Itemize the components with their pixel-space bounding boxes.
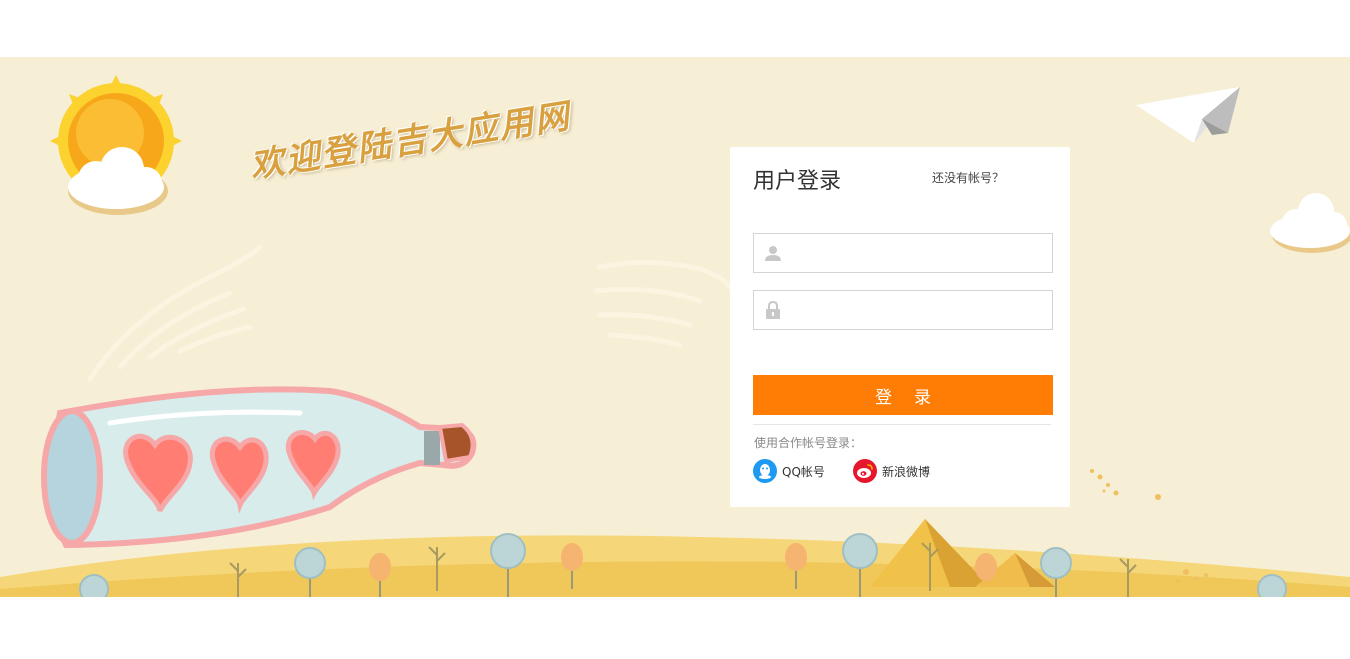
password-field — [753, 290, 1053, 331]
lock-icon — [766, 301, 780, 319]
banner-illustration — [0, 75, 1350, 597]
partner-login-label: 使用合作帐号登录： — [754, 436, 863, 450]
qq-login-label: QQ帐号 — [782, 464, 825, 479]
qq-icon — [753, 459, 777, 483]
cloud-illustration-right — [1270, 193, 1350, 253]
login-panel: 用户登录 还没有帐号？ 登录 使用合作帐号登录： QQ帐号 新浪微博 — [730, 147, 1070, 507]
login-title: 用户登录 — [753, 169, 842, 194]
wings-illustration — [87, 244, 739, 382]
username-field — [753, 233, 1053, 274]
weibo-icon — [853, 459, 877, 483]
login-button[interactable]: 登录 — [753, 375, 1053, 415]
welcome-banner: 欢迎登陆吉大应用网 用户登录 还没有帐号？ 登录 使用合作帐号登录： QQ帐号 … — [0, 57, 1350, 597]
weibo-login-button[interactable]: 新浪微博 — [853, 459, 930, 483]
paper-plane-illustration — [1136, 87, 1240, 143]
weibo-login-label: 新浪微博 — [882, 464, 931, 479]
password-input[interactable] — [790, 291, 1049, 331]
page: 欢迎登陆吉大应用网 用户登录 还没有帐号？ 登录 使用合作帐号登录： QQ帐号 … — [0, 0, 1350, 659]
qq-login-button[interactable]: QQ帐号 — [753, 459, 825, 483]
username-input[interactable] — [790, 234, 1049, 274]
user-icon — [765, 246, 781, 261]
register-link[interactable]: 还没有帐号？ — [932, 169, 1004, 186]
hills — [0, 535, 1350, 597]
divider — [753, 424, 1051, 425]
bottle-illustration — [41, 386, 477, 549]
